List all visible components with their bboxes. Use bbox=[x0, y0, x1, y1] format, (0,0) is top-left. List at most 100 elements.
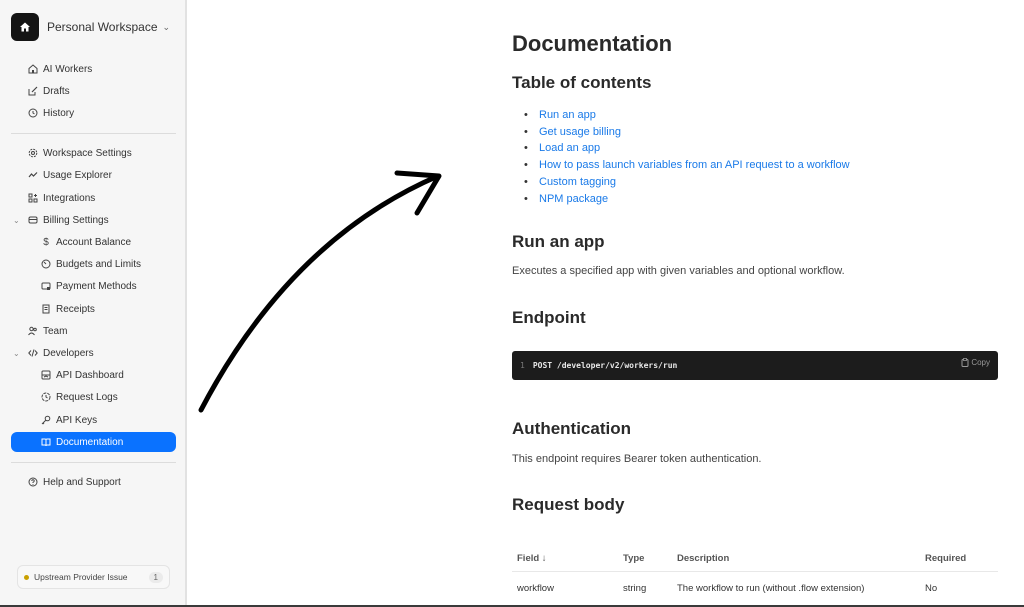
column-header-type: Type bbox=[623, 552, 645, 564]
run-description: Executes a specified app with given vari… bbox=[512, 265, 845, 277]
sidebar-item-api-keys[interactable]: API Keys bbox=[40, 410, 97, 430]
sidebar-item-help-and-support[interactable]: Help and Support bbox=[27, 472, 121, 492]
workspace-switcher[interactable]: Personal Workspace ⌄ bbox=[11, 13, 170, 41]
table-row: workflow string The workflow to run (wit… bbox=[512, 572, 998, 605]
toc-item: Load an app bbox=[524, 140, 850, 157]
payment-icon bbox=[40, 280, 52, 292]
workspace-name: Personal Workspace bbox=[47, 20, 158, 34]
copy-label: Copy bbox=[971, 358, 990, 367]
auth-description: This endpoint requires Bearer token auth… bbox=[512, 453, 762, 465]
key-icon bbox=[40, 414, 52, 426]
workspace-logo bbox=[11, 13, 39, 41]
toc-link-load-an-app[interactable]: Load an app bbox=[539, 142, 600, 154]
endpoint-code: POST /developer/v2/workers/run bbox=[532, 361, 678, 370]
status-dot-icon bbox=[24, 574, 29, 580]
sidebar-item-label: API Dashboard bbox=[56, 369, 124, 381]
sidebar-item-label: Budgets and Limits bbox=[56, 258, 142, 270]
toc-item: Custom tagging bbox=[524, 174, 850, 191]
code-icon bbox=[27, 347, 39, 359]
toc-link-get-usage-billing[interactable]: Get usage billing bbox=[539, 126, 621, 138]
sidebar-item-request-logs[interactable]: Request Logs bbox=[40, 387, 118, 407]
request-body-table: Field ↓ Type Description Required workfl… bbox=[512, 545, 998, 605]
sidebar-item-documentation[interactable]: Documentation bbox=[11, 432, 176, 452]
sidebar-item-team[interactable]: Team bbox=[27, 321, 67, 341]
book-icon bbox=[40, 436, 52, 448]
dollar-icon: $ bbox=[43, 236, 49, 248]
sidebar-item-label: Request Logs bbox=[56, 391, 118, 403]
sidebar-item-label: Account Balance bbox=[56, 236, 132, 248]
code-block: 1 POST /developer/v2/workers/run Copy bbox=[512, 351, 998, 380]
sidebar-item-label: API Keys bbox=[56, 414, 98, 426]
column-header-description: Description bbox=[677, 552, 730, 564]
section-heading-authentication: Authentication bbox=[512, 419, 631, 438]
sidebar-item-api-dashboard[interactable]: API Dashboard bbox=[40, 365, 124, 385]
sidebar-item-ai-workers[interactable]: AI Workers bbox=[27, 59, 92, 79]
toc-item: Run an app bbox=[524, 107, 850, 124]
help-icon bbox=[27, 476, 39, 488]
table-of-contents: Run an app Get usage billing Load an app… bbox=[524, 107, 850, 207]
toc-link-custom-tagging[interactable]: Custom tagging bbox=[539, 176, 616, 188]
status-indicator[interactable]: Upstream Provider Issue 1 bbox=[17, 565, 170, 589]
sidebar-item-workspace-settings[interactable]: Workspace Settings bbox=[27, 143, 132, 163]
trend-icon bbox=[27, 169, 39, 181]
sidebar-item-label: Developers bbox=[43, 347, 94, 359]
cell-required: No bbox=[925, 583, 938, 594]
sidebar-item-label: Usage Explorer bbox=[43, 169, 112, 181]
sidebar-item-label: Integrations bbox=[43, 192, 96, 204]
sidebar-item-billing-settings[interactable]: ⌄ Billing Settings bbox=[13, 210, 109, 230]
status-count-badge: 1 bbox=[148, 571, 163, 583]
chevron-down-icon[interactable]: ⌄ bbox=[13, 349, 20, 358]
dashboard-icon bbox=[40, 369, 52, 381]
arrow-annotation-icon bbox=[198, 170, 442, 413]
clock-icon bbox=[40, 391, 52, 403]
section-heading-run-an-app: Run an app bbox=[512, 232, 605, 251]
sidebar-item-budgets-and-limits[interactable]: Budgets and Limits bbox=[40, 254, 141, 274]
toc-link-npm-package[interactable]: NPM package bbox=[539, 193, 608, 205]
sidebar-divider bbox=[11, 133, 176, 134]
table-header-row: Field ↓ Type Description Required bbox=[512, 545, 998, 572]
sidebar-item-drafts[interactable]: Drafts bbox=[27, 81, 70, 101]
cell-description: The workflow to run (without .flow exten… bbox=[677, 583, 865, 594]
team-icon bbox=[27, 325, 39, 337]
clipboard-icon bbox=[961, 358, 969, 367]
edit-icon bbox=[27, 85, 39, 97]
chevron-down-icon[interactable]: ⌄ bbox=[13, 216, 20, 225]
sidebar-item-integrations[interactable]: Integrations bbox=[27, 188, 95, 208]
sidebar: Personal Workspace ⌄ AI Workers Drafts H… bbox=[0, 0, 187, 607]
copy-button[interactable]: Copy bbox=[961, 358, 990, 367]
sidebar-item-label: AI Workers bbox=[43, 63, 93, 75]
sidebar-item-label: History bbox=[43, 107, 75, 119]
column-header-field[interactable]: Field ↓ bbox=[512, 553, 623, 564]
sidebar-item-developers[interactable]: ⌄ Developers bbox=[13, 343, 94, 363]
toc-link-run-an-app[interactable]: Run an app bbox=[539, 109, 596, 121]
cell-field: workflow bbox=[517, 583, 554, 594]
cell-type: string bbox=[623, 583, 647, 594]
sidebar-item-label: Drafts bbox=[43, 85, 70, 97]
sidebar-item-history[interactable]: History bbox=[27, 103, 74, 123]
column-header-required: Required bbox=[925, 552, 967, 564]
line-number: 1 bbox=[520, 361, 525, 370]
toc-link-launch-variables[interactable]: How to pass launch variables from an API… bbox=[539, 159, 850, 171]
gauge-icon bbox=[40, 258, 52, 270]
sidebar-item-label: Help and Support bbox=[43, 476, 121, 488]
history-icon bbox=[27, 107, 39, 119]
sidebar-item-label: Receipts bbox=[56, 303, 95, 315]
home-icon bbox=[20, 22, 30, 32]
receipt-icon bbox=[40, 303, 52, 315]
sidebar-item-receipts[interactable]: Receipts bbox=[40, 299, 95, 319]
sidebar-item-label: Billing Settings bbox=[43, 214, 109, 226]
sidebar-item-usage-explorer[interactable]: Usage Explorer bbox=[27, 165, 112, 185]
sidebar-item-label: Payment Methods bbox=[56, 280, 137, 292]
chevron-down-icon: ⌄ bbox=[162, 21, 171, 32]
page-title: Documentation bbox=[512, 31, 673, 56]
home-icon bbox=[27, 63, 39, 75]
sidebar-item-account-balance[interactable]: $ Account Balance bbox=[40, 232, 131, 252]
gear-icon bbox=[27, 147, 39, 159]
sidebar-item-label: Team bbox=[43, 325, 68, 337]
section-heading-request-body: Request body bbox=[512, 495, 625, 514]
toc-item: NPM package bbox=[524, 191, 850, 208]
sidebar-item-payment-methods[interactable]: Payment Methods bbox=[40, 276, 137, 296]
toc-heading: Table of contents bbox=[512, 73, 652, 92]
sidebar-item-label: Workspace Settings bbox=[43, 147, 132, 159]
sidebar-divider bbox=[11, 462, 176, 463]
